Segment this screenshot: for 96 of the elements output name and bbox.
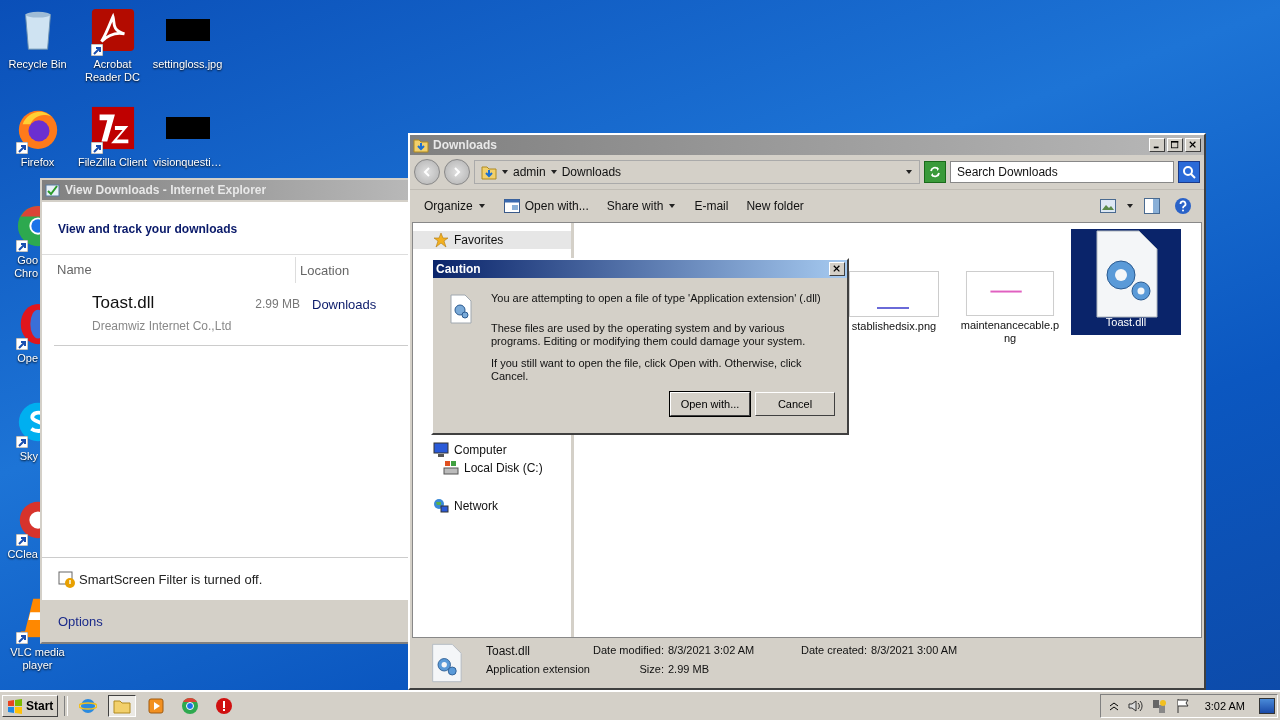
forward-button[interactable] <box>444 159 470 185</box>
pdf-icon[interactable] <box>89 7 136 53</box>
windows-logo-icon <box>7 698 23 714</box>
smartscreen-status: SmartScreen Filter is turned off. <box>79 571 263 587</box>
caret-icon[interactable] <box>501 168 509 176</box>
file-item[interactable]: Toast.dll <box>1071 229 1181 335</box>
pane-icon <box>1144 198 1160 214</box>
start-button[interactable]: Start <box>2 695 59 717</box>
nav-item[interactable]: Local Disk (C:) <box>413 459 571 477</box>
shield-warning-icon <box>58 570 76 588</box>
redacted-thumbnail[interactable] <box>164 19 211 41</box>
flag-icon[interactable] <box>1174 698 1191 714</box>
close-icon <box>1189 141 1197 149</box>
dialog-message: These files are used by the operating system and by various programs. Editing or modifying them could damage your system. <box>491 322 807 348</box>
property-value: 8/3/2021 3:02 AM <box>668 644 755 658</box>
filezilla-icon[interactable] <box>89 105 136 151</box>
gear-file-icon <box>449 294 473 324</box>
picture-view-icon <box>1100 199 1116 213</box>
toolbar-button[interactable]: Organize <box>418 196 492 216</box>
nav-item[interactable]: Network <box>413 497 571 515</box>
clock[interactable]: 3:02 AM <box>1198 700 1251 712</box>
options-link[interactable]: Options <box>58 613 103 629</box>
desktop-icon-label[interactable]: FileZilla Client <box>77 156 148 169</box>
nav-item[interactable]: Computer <box>413 441 571 459</box>
desktop-icon-label[interactable]: Ope <box>17 352 38 365</box>
search-field[interactable]: Search Downloads <box>950 161 1174 183</box>
address-bar[interactable]: admin Downloads <box>474 160 920 184</box>
toolbar-button[interactable]: New folder <box>740 196 810 216</box>
maximize-button[interactable] <box>1167 138 1183 152</box>
back-button[interactable] <box>414 159 440 185</box>
toolbar-button[interactable]: Open with... <box>497 196 595 216</box>
help-icon <box>1174 197 1192 215</box>
folder-icon[interactable] <box>108 695 137 717</box>
network-icon <box>433 498 449 514</box>
desktop-icon-label[interactable]: Sky <box>19 450 38 463</box>
desktop-icon-label[interactable]: Acrobat Reader DC <box>85 58 140 84</box>
desktop-icon-label[interactable]: CClea <box>7 548 38 561</box>
property-label: Date modified: <box>592 644 664 658</box>
caret-icon <box>477 202 486 210</box>
refresh-button[interactable] <box>924 161 946 183</box>
window-title: Downloads <box>433 138 497 152</box>
download-window-icon <box>45 182 61 198</box>
search-button[interactable] <box>1178 161 1200 183</box>
gear-file-icon <box>430 643 462 683</box>
file-item[interactable]: maintenancecable.png <box>955 229 1065 351</box>
toolbar-button[interactable]: E-mail <box>688 196 735 216</box>
minimize-button[interactable] <box>1149 138 1165 152</box>
refresh-icon <box>928 165 942 179</box>
folder-icon <box>413 137 429 153</box>
speaker-icon[interactable] <box>1126 698 1143 714</box>
redacted-thumbnail[interactable] <box>164 117 211 139</box>
caret-icon[interactable] <box>549 168 558 176</box>
dialog-button[interactable]: Open with... <box>670 392 750 416</box>
property-label: Date created: <box>801 644 868 658</box>
caret-icon <box>668 202 677 210</box>
search-icon <box>1182 165 1196 179</box>
download-size: 2.99 MB <box>255 297 301 311</box>
download-publisher: Dreamwiz Internet Co.,Ltd <box>92 319 233 333</box>
column-header[interactable]: Location <box>296 262 408 278</box>
nav-item[interactable]: Favorites <box>413 231 571 249</box>
desktop-icon-label[interactable]: Firefox <box>20 156 55 169</box>
file-item[interactable]: stablishedsix.png <box>839 229 949 351</box>
drive-icon <box>443 460 459 476</box>
window-icon <box>503 199 520 213</box>
desktop-icon-label[interactable]: Goo Chro <box>14 254 38 280</box>
close-button[interactable] <box>829 262 845 276</box>
show-desktop-button[interactable] <box>1259 698 1275 714</box>
location-link[interactable]: Downloads <box>312 293 408 333</box>
folder-icon <box>481 164 497 180</box>
dialog-message: You are attempting to open a file of type 'Application extension' (.dll) <box>491 292 822 304</box>
property-value: 2.99 MB <box>668 663 709 677</box>
computer-icon <box>433 442 449 458</box>
breadcrumb-item[interactable]: Downloads <box>561 165 622 179</box>
desktop-icon-label[interactable]: VLC media player <box>10 646 65 672</box>
chevron-icon[interactable] <box>1108 701 1119 711</box>
column-header[interactable]: Name <box>42 257 296 283</box>
downloads-heading: View and track your downloads <box>57 221 239 238</box>
network-icon[interactable] <box>1150 698 1167 714</box>
caret-icon[interactable] <box>1126 202 1134 210</box>
dialog-button[interactable]: Cancel <box>755 392 835 416</box>
close-icon <box>833 265 841 273</box>
desktop-icon-label[interactable]: visionquesti… <box>153 156 222 169</box>
property-value: 8/3/2021 3:00 AM <box>871 644 958 658</box>
file-name: Toast.dll <box>486 644 532 660</box>
breadcrumb-item[interactable]: admin <box>513 165 546 179</box>
window-title: View Downloads - Internet Explorer <box>65 183 267 197</box>
dialog-message: If you still want to open the file, click Open with. Otherwise, click Cancel. <box>491 357 803 383</box>
desktop-icon-label[interactable]: settingloss.jpg <box>152 58 223 71</box>
toolbar-button[interactable]: Share with <box>600 196 683 216</box>
download-name: Toast.dll <box>92 293 156 313</box>
star-icon <box>433 232 449 248</box>
close-button[interactable] <box>1185 138 1201 152</box>
caret-icon[interactable] <box>905 168 913 176</box>
desktop-icon-label[interactable]: Recycle Bin <box>8 58 67 71</box>
dialog-title: Caution <box>436 262 481 276</box>
maximize-icon <box>1171 141 1179 149</box>
